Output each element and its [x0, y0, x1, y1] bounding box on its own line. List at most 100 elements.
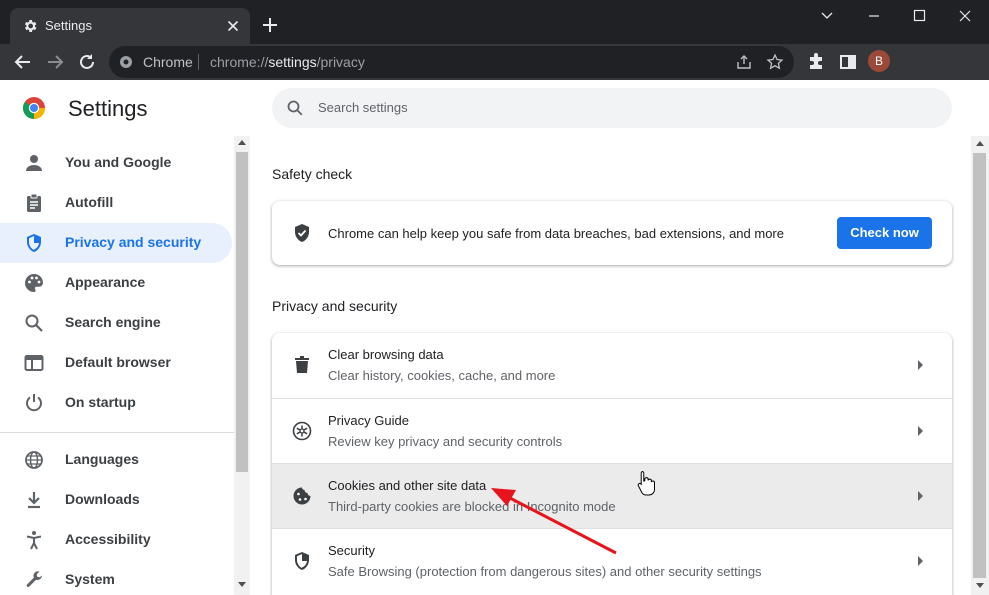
wrench-icon	[26, 571, 42, 587]
download-icon	[28, 492, 40, 509]
minimize-icon[interactable]	[863, 6, 885, 26]
back-icon[interactable]	[12, 51, 34, 73]
check-now-button[interactable]: Check now	[837, 217, 932, 249]
sidebar-item-search-engine[interactable]: Search engine	[0, 303, 232, 343]
scroll-down-arrow-icon[interactable]	[238, 582, 246, 587]
search-icon	[287, 100, 303, 116]
power-icon	[26, 394, 42, 412]
tab-settings[interactable]: Settings	[10, 8, 250, 44]
forward-icon[interactable]	[44, 51, 66, 73]
palette-icon	[25, 274, 43, 292]
sidebar-item-languages[interactable]: Languages	[0, 440, 232, 480]
row-subtitle: Third-party cookies are blocked in Incog…	[328, 499, 616, 514]
cookies-and-site-data-row[interactable]: Cookies and other site data Third-party …	[272, 463, 952, 528]
tab-title: Settings	[45, 18, 92, 33]
sidebar-item-label: Default browser	[65, 354, 171, 370]
row-subtitle: Safe Browsing (protection from dangerous…	[328, 564, 762, 579]
url-text[interactable]: chrome://settings/privacy	[210, 54, 365, 70]
close-window-icon[interactable]	[954, 6, 976, 26]
sidebar-divider	[0, 432, 234, 433]
person-icon	[26, 155, 42, 171]
row-title: Clear browsing data	[328, 347, 444, 362]
sidebar-item-label: System	[65, 571, 115, 587]
extensions-icon[interactable]	[805, 51, 827, 73]
sidebar-item-appearance[interactable]: Appearance	[0, 263, 232, 303]
row-subtitle: Clear history, cookies, cache, and more	[328, 368, 556, 383]
page-title: Settings	[68, 96, 148, 121]
sidebar-item-on-startup[interactable]: On startup	[0, 383, 232, 423]
profile-avatar[interactable]: B	[868, 50, 890, 72]
sidebar-item-privacy-and-security[interactable]: Privacy and security	[0, 223, 232, 263]
main-scroll-thumb[interactable]	[973, 153, 986, 578]
url-path: /privacy	[316, 54, 365, 70]
chevron-right-icon	[918, 491, 923, 501]
sidebar-item-accessibility[interactable]: Accessibility	[0, 520, 232, 560]
side-panel-icon[interactable]	[837, 51, 859, 73]
chevron-right-icon	[918, 426, 923, 436]
url-host: settings	[268, 54, 317, 70]
bookmark-star-icon[interactable]	[766, 53, 784, 71]
scroll-up-arrow-icon[interactable]	[976, 141, 984, 146]
sidebar-scroll-thumb[interactable]	[236, 152, 248, 472]
shield-icon	[295, 552, 309, 570]
browser-toolbar: Chrome chrome://settings/privacy B	[0, 44, 989, 80]
site-label: Chrome	[143, 54, 193, 70]
main-scrollbar[interactable]	[971, 136, 989, 595]
privacy-section-heading: Privacy and security	[272, 298, 398, 314]
safety-check-card: Chrome can help keep you safe from data …	[272, 201, 952, 265]
url-scheme: chrome://	[210, 54, 269, 70]
settings-sidebar: You and Google Autofill Privacy and secu…	[0, 136, 234, 595]
sidebar-item-system[interactable]: System	[0, 560, 232, 595]
browser-window-icon	[24, 355, 44, 371]
privacy-card: Clear browsing data Clear history, cooki…	[272, 333, 952, 595]
row-title: Cookies and other site data	[328, 478, 487, 493]
row-title: Security	[328, 543, 375, 558]
sidebar-scrollbar[interactable]	[234, 136, 250, 595]
sidebar-item-label: Downloads	[65, 491, 140, 507]
globe-icon	[25, 451, 43, 469]
chevron-right-icon	[918, 556, 923, 566]
safety-check-description: Chrome can help keep you safe from data …	[328, 226, 784, 241]
clipboard-icon	[27, 193, 41, 212]
row-title: Privacy Guide	[328, 413, 409, 428]
clear-browsing-data-row[interactable]: Clear browsing data Clear history, cooki…	[272, 333, 952, 398]
security-row[interactable]: Security Safe Browsing (protection from …	[272, 528, 952, 593]
share-icon[interactable]	[735, 53, 753, 71]
hand-cursor-icon	[637, 471, 655, 496]
sidebar-item-label: Accessibility	[65, 531, 151, 547]
sidebar-item-label: Privacy and security	[65, 234, 202, 250]
cookie-icon	[293, 487, 311, 505]
chrome-site-icon	[120, 56, 132, 68]
omnibox-separator	[198, 54, 199, 70]
sidebar-item-you-and-google[interactable]: You and Google	[0, 143, 232, 183]
reload-icon[interactable]	[76, 51, 98, 73]
sidebar-item-label: Search engine	[65, 314, 161, 330]
sidebar-item-label: Autofill	[65, 194, 114, 210]
chrome-logo-icon	[23, 97, 45, 119]
address-bar[interactable]: Chrome chrome://settings/privacy	[109, 46, 794, 78]
sidebar-item-default-browser[interactable]: Default browser	[0, 343, 232, 383]
privacy-guide-icon	[292, 421, 312, 441]
privacy-guide-row[interactable]: Privacy Guide Review key privacy and sec…	[272, 398, 952, 463]
close-tab-icon[interactable]	[224, 17, 242, 35]
gear-icon	[24, 20, 37, 32]
search-icon	[25, 314, 43, 332]
chevron-right-icon	[918, 360, 923, 370]
accessibility-icon	[26, 531, 42, 550]
shield-icon	[27, 234, 41, 252]
title-bar: Settings	[0, 0, 989, 44]
settings-header: Settings Search settings	[0, 80, 989, 136]
tab-search-chevron-icon[interactable]	[816, 6, 838, 26]
shield-check-icon	[295, 224, 309, 242]
sidebar-item-autofill[interactable]: Autofill	[0, 183, 232, 223]
maximize-icon[interactable]	[908, 6, 930, 26]
sidebar-item-label: Languages	[65, 451, 139, 467]
search-settings-input[interactable]: Search settings	[272, 88, 952, 128]
trash-icon	[295, 356, 309, 373]
search-placeholder: Search settings	[318, 100, 408, 115]
scroll-down-arrow-icon[interactable]	[976, 583, 984, 588]
sidebar-item-downloads[interactable]: Downloads	[0, 480, 232, 520]
new-tab-icon[interactable]	[261, 16, 279, 34]
sidebar-item-label: On startup	[65, 394, 136, 410]
scroll-up-arrow-icon[interactable]	[238, 140, 246, 145]
